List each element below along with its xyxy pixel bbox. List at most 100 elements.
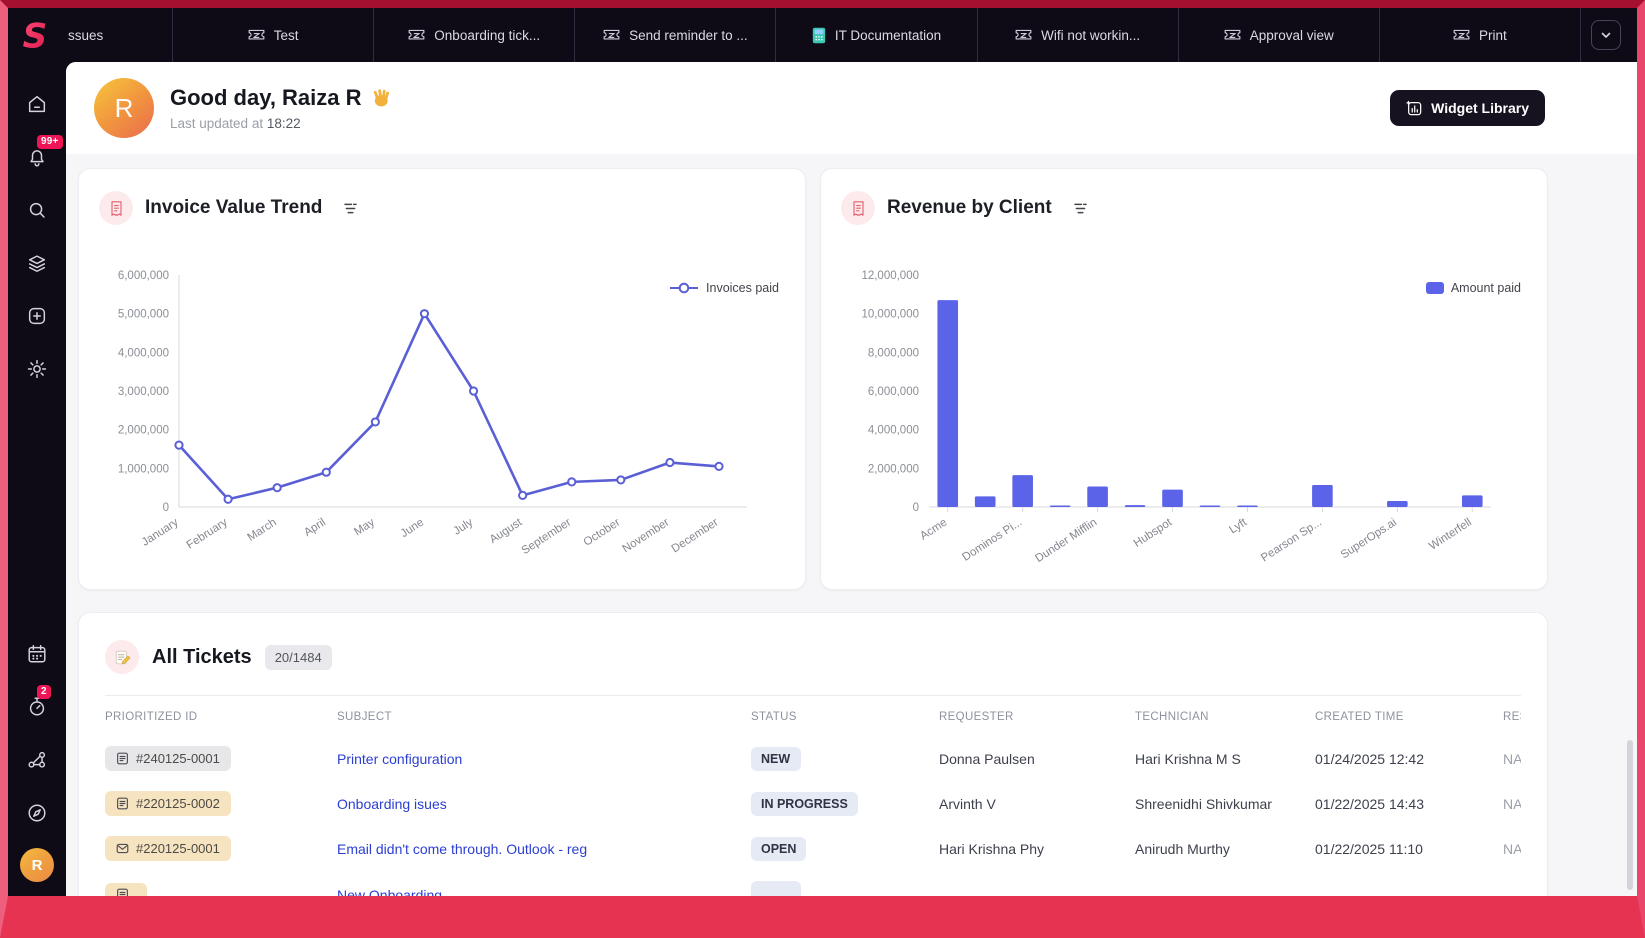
- superops-logo[interactable]: S: [8, 8, 66, 62]
- svg-text:4,000,000: 4,000,000: [868, 425, 919, 437]
- svg-text:0: 0: [913, 502, 919, 514]
- svg-text:August: August: [488, 516, 525, 546]
- topbar-tab-0[interactable]: ssues: [66, 8, 173, 62]
- requester-cell: [939, 871, 1135, 896]
- plus-square-icon: [26, 305, 48, 332]
- ticket-icon: [248, 29, 265, 42]
- filter-icon[interactable]: [344, 203, 358, 214]
- tickets-title: All Tickets: [152, 645, 252, 668]
- sidebar-item-settings[interactable]: [17, 351, 57, 391]
- bell-icon: [26, 146, 48, 173]
- all-tickets-card: All Tickets 20/1484 PRIORITIZED ID SUBJEC…: [78, 612, 1548, 896]
- last-updated-text: Last updated at 18:22: [170, 116, 301, 131]
- ticket-subject-link[interactable]: Email didn't come through. Outlook - reg: [337, 841, 587, 857]
- svg-text:June: June: [399, 516, 426, 540]
- ticket-subject-link[interactable]: Onboarding isues: [337, 796, 447, 812]
- ticket-row-3[interactable]: New Onboarding: [105, 871, 1521, 896]
- topbar-tab-1[interactable]: Test: [173, 8, 375, 62]
- requester-cell: Arvinth V: [939, 795, 996, 812]
- line-chart-legend: Invoices paid: [669, 281, 779, 295]
- timesheet-badge: 2: [37, 685, 51, 699]
- created-time-cell: 01/22/2025 14:43: [1315, 795, 1424, 812]
- tab-label: ssues: [68, 27, 104, 43]
- topbar-tab-7[interactable]: Print: [1380, 8, 1581, 62]
- tickets-table: PRIORITIZED ID SUBJECT STATUS REQUESTER TECH…: [105, 696, 1521, 896]
- topbar-tab-2[interactable]: Onboarding tick...: [374, 8, 576, 62]
- svg-text:September: September: [520, 516, 574, 557]
- column-header-0: PRIORITIZED ID: [105, 711, 198, 723]
- stopwatch-icon: [26, 696, 48, 723]
- technician-cell: Shreenidhi Shivkumar: [1135, 795, 1272, 812]
- ticket-subject-link[interactable]: New Onboarding: [337, 887, 442, 897]
- sidebar-item-discover[interactable]: [17, 795, 57, 835]
- tab-label: Print: [1479, 27, 1507, 43]
- svg-text:Hubspot: Hubspot: [1132, 516, 1175, 550]
- column-header-4: TECHNICIAN: [1135, 711, 1209, 723]
- svg-text:July: July: [451, 516, 475, 537]
- compass-icon: [26, 802, 48, 829]
- vertical-scrollbar[interactable]: [1627, 740, 1633, 890]
- workflow-icon: [26, 749, 48, 776]
- svg-text:8,000,000: 8,000,000: [868, 347, 919, 359]
- svg-text:February: February: [185, 516, 230, 551]
- revenue-bar-chart: 0 2,000,000 4,000,000 6,000,000 8,000,000 10,…: [861, 270, 1491, 565]
- tab-label: Approval view: [1249, 27, 1334, 43]
- sidebar-item-create[interactable]: [17, 298, 57, 338]
- svg-text:Dunder Mifflin: Dunder Mifflin: [1033, 516, 1099, 565]
- tabs-collapse-button[interactable]: [1591, 20, 1621, 50]
- widget-library-button[interactable]: Widget Library: [1390, 90, 1545, 126]
- status-badge: NEW: [751, 746, 801, 771]
- svg-text:6,000,000: 6,000,000: [118, 270, 169, 282]
- svg-text:SuperOps.ai: SuperOps.ai: [1339, 516, 1399, 561]
- svg-text:Acme: Acme: [918, 516, 949, 542]
- topbar-tab-6[interactable]: Approval view: [1179, 8, 1380, 62]
- svg-text:Winterfell: Winterfell: [1427, 516, 1474, 552]
- sidebar-item-calendar[interactable]: [17, 636, 57, 676]
- sidebar-item-search[interactable]: [17, 192, 57, 232]
- ticket-row-1[interactable]: #220125-0002 Onboarding isues IN PROGRESS A…: [105, 781, 1521, 826]
- bar-legend-swatch: [1425, 282, 1444, 294]
- resolution-cell: NA: [1503, 750, 1521, 767]
- app-window: S ssues Test Onboarding tick... Send remind…: [0, 0, 1645, 938]
- svg-text:5,000,000: 5,000,000: [118, 309, 169, 321]
- sidebar-item-workflow[interactable]: [17, 742, 57, 782]
- topbar-tab-4[interactable]: IT Documentation: [776, 8, 978, 62]
- requester-cell: Hari Krishna Phy: [939, 840, 1045, 857]
- ticket-row-2[interactable]: #220125-0001 Email didn't come through. O…: [105, 826, 1521, 871]
- mail-icon: [116, 842, 129, 855]
- svg-text:December: December: [670, 516, 721, 555]
- topbar-tab-3[interactable]: Send reminder to ...: [575, 8, 777, 62]
- ticket-icon: [1224, 29, 1241, 42]
- charts-row: Invoice Value Trend Invoices paid 0 1,00…: [78, 168, 1637, 590]
- invoice-value-trend-card: Invoice Value Trend Invoices paid 0 1,00…: [78, 168, 806, 590]
- superops-logo-icon: S: [23, 17, 48, 55]
- memo-icon: [105, 640, 139, 674]
- created-time-cell: 01/24/2025 12:42: [1315, 750, 1424, 767]
- main-content: R Good day, Raiza R Last updated at 18:2…: [66, 62, 1637, 896]
- ticket-icon: [1015, 29, 1032, 42]
- greeting-band: R Good day, Raiza R Last updated at 18:2…: [66, 62, 1637, 154]
- ticket-subject-link[interactable]: Printer configuration: [337, 751, 462, 767]
- tickets-count-badge: 20/1484: [264, 644, 332, 670]
- page-title: Good day, Raiza R: [170, 85, 392, 111]
- note-icon: [116, 752, 129, 765]
- invoice-line-chart: 0 1,000,000 2,000,000 3,000,000 4,000,000 5,0…: [118, 270, 747, 557]
- receipt-icon: [99, 191, 133, 225]
- svg-text:Lyft: Lyft: [1227, 516, 1249, 536]
- sidebar-item-modules[interactable]: [17, 245, 57, 285]
- sidebar-item-timesheet[interactable]: 2: [17, 685, 57, 729]
- home-icon: [26, 93, 48, 120]
- column-header-1: SUBJECT: [337, 711, 392, 723]
- technician-cell: [1135, 871, 1315, 896]
- avatar[interactable]: R: [94, 78, 154, 138]
- sidebar-item-home[interactable]: [17, 86, 57, 126]
- sidebar-item-notifications[interactable]: 99+: [17, 135, 63, 179]
- svg-text:0: 0: [163, 502, 169, 514]
- column-header-2: STATUS: [751, 711, 797, 723]
- ticket-id-badge: #220125-0001: [105, 836, 231, 861]
- ticket-icon: [408, 29, 425, 42]
- filter-icon[interactable]: [1073, 203, 1087, 214]
- topbar-tab-5[interactable]: Wifi not workin...: [978, 8, 1179, 62]
- ticket-row-0[interactable]: #240125-0001 Printer configuration NEW Donn…: [105, 736, 1521, 781]
- sidebar-avatar[interactable]: R: [20, 848, 54, 882]
